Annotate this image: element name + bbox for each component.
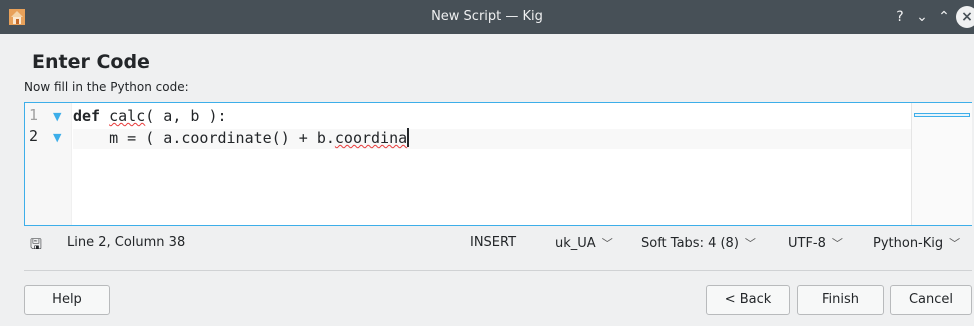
cancel-button[interactable]: Cancel — [890, 285, 972, 315]
chevron-down-icon: ﹀ — [831, 237, 843, 250]
window-titlebar[interactable]: New Script — Kig ? ⌄ ⌃ × — [0, 0, 974, 34]
window-title: New Script — Kig — [431, 9, 543, 24]
text-cursor — [407, 128, 410, 147]
chevron-down-icon: ﹀ — [949, 237, 961, 250]
spellcheck-word: coordina — [334, 129, 408, 147]
finish-button[interactable]: Finish — [797, 285, 884, 315]
cursor-position[interactable]: Line 2, Column 38 — [67, 235, 185, 250]
maximize-icon[interactable]: ⌃ — [936, 7, 952, 27]
help-icon[interactable]: ? — [892, 7, 908, 27]
code-keyword: def — [73, 107, 101, 125]
code-line[interactable]: def calc( a, b ): — [73, 107, 227, 125]
editor-statusbar: 🖫 Line 2, Column 38 INSERT uk_UA ﹀ Soft T… — [24, 232, 972, 254]
code-text: ( a, b ): — [145, 107, 227, 125]
dictionary-select[interactable]: uk_UA ﹀ — [555, 235, 613, 251]
code-editor[interactable]: 1 ▼ 2 ▼ def calc( a, b ): m = ( a.coordi… — [24, 102, 972, 226]
chevron-down-icon: ﹀ — [744, 237, 756, 250]
minimap-viewport[interactable] — [914, 113, 970, 117]
code-line[interactable]: m = ( a.coordinate() + b.coordina — [73, 128, 410, 147]
highlighting-select[interactable]: Python-Kig ﹀ — [873, 235, 960, 251]
page-subtitle: Now fill in the Python code: — [24, 80, 189, 94]
encoding-label: UTF-8 — [788, 236, 826, 251]
indentation-label: Soft Tabs: 4 (8) — [641, 236, 739, 251]
indentation-select[interactable]: Soft Tabs: 4 (8) ﹀ — [641, 235, 756, 251]
line-number: 1 — [29, 106, 39, 124]
dictionary-label: uk_UA — [555, 236, 596, 251]
code-text: m = ( a.coordinate() + b. — [73, 129, 335, 147]
line-number: 2 — [29, 127, 39, 145]
page-title: Enter Code — [32, 51, 150, 73]
minimap[interactable] — [911, 103, 972, 225]
help-button[interactable]: Help — [24, 285, 110, 315]
close-icon[interactable]: × — [956, 6, 974, 28]
chevron-down-icon: ﹀ — [601, 237, 613, 250]
back-button[interactable]: < Back — [706, 285, 790, 315]
input-mode[interactable]: INSERT — [470, 235, 516, 250]
highlighting-label: Python-Kig — [873, 236, 944, 251]
line-number-gutter: 1 ▼ 2 ▼ — [25, 103, 72, 225]
save-icon[interactable]: 🖫 — [30, 234, 42, 258]
fold-arrow-icon[interactable]: ▼ — [53, 110, 61, 123]
spellcheck-word: calc — [109, 107, 146, 125]
encoding-select[interactable]: UTF-8 ﹀ — [788, 235, 843, 251]
fold-arrow-icon[interactable]: ▼ — [53, 131, 61, 144]
minimize-icon[interactable]: ⌄ — [914, 7, 930, 27]
divider — [24, 270, 972, 271]
